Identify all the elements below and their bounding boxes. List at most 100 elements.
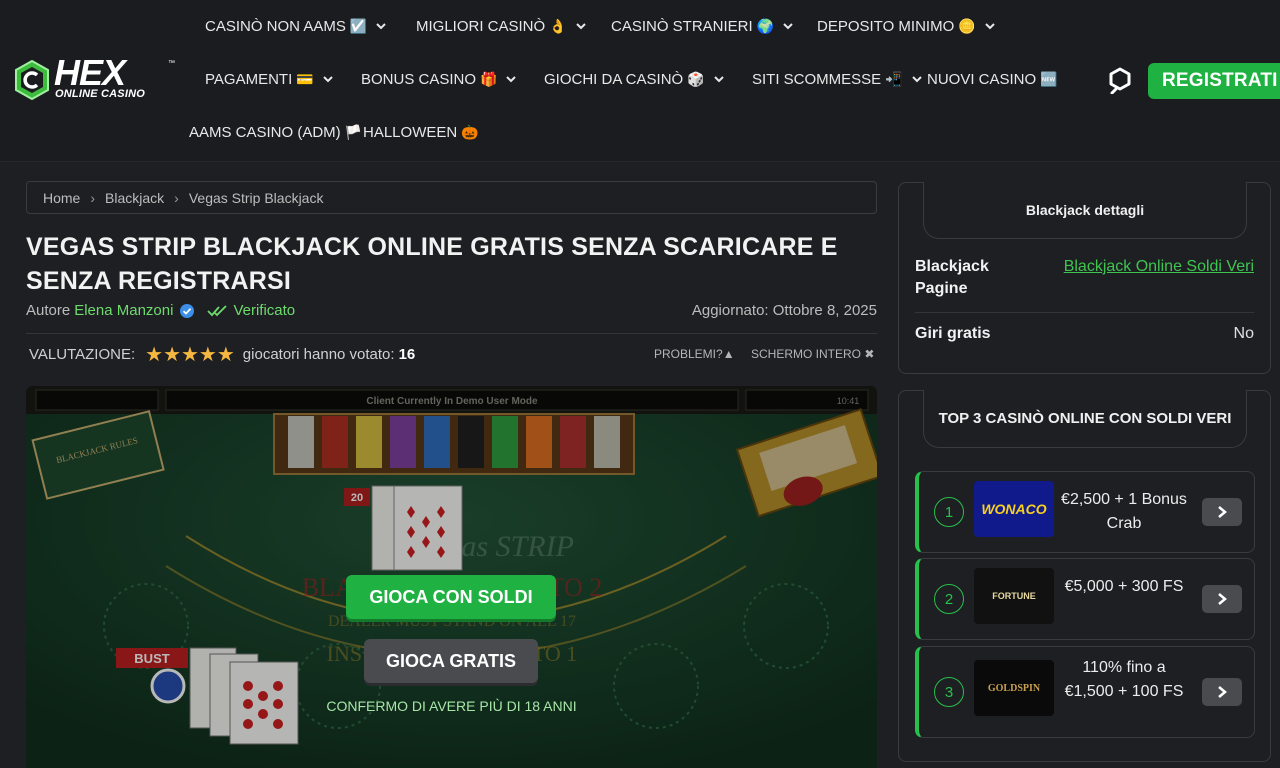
nav-nuovi-casino[interactable]: NUOVI CASINO 🆕: [927, 69, 1058, 89]
top3-casinos-card: TOP 3 CASINÒ ONLINE CON SOLDI VERI 1 WON…: [898, 390, 1271, 762]
nav-label: GIOCHI DA CASINÒ: [544, 70, 684, 88]
dice-emoji-icon: 🎲: [687, 70, 705, 87]
breadcrumb: Home › Blackjack › Vegas Strip Blackjack: [26, 181, 877, 214]
gift-emoji-icon: 🎁: [480, 70, 498, 87]
go-to-casino-button[interactable]: [1202, 585, 1242, 613]
nav-deposito-minimo[interactable]: DEPOSITO MINIMO 🪙: [817, 16, 996, 36]
fullscreen-icon: ✖: [864, 347, 875, 361]
chevron-right-icon: [1218, 686, 1227, 698]
double-check-icon: [207, 304, 228, 316]
nav-label: CASINÒ NON AAMS: [205, 17, 346, 35]
site-header: HEX ™ ONLINE CASINO CASINÒ NON AAMS ☑️ M…: [0, 0, 1280, 162]
rating-row: VALUTAZIONE: ★★★★★ giocatori hanno votat…: [29, 342, 416, 367]
age-confirmation-text: CONFERMO DI AVERE PIÙ DI 18 ANNI: [326, 698, 577, 714]
fortune-logo[interactable]: FORTUNE: [974, 568, 1054, 624]
nav-label: NUOVI CASINO: [927, 70, 1037, 88]
report-problem-link[interactable]: PROBLEMI?▲: [654, 347, 735, 361]
star-rating[interactable]: ★★★★★: [145, 342, 235, 367]
chevron-right-icon: [1218, 593, 1227, 605]
rank-badge: 2: [934, 584, 964, 614]
nav-label: MIGLIORI CASINÒ: [416, 17, 546, 35]
ok-hand-emoji-icon: 👌: [549, 17, 567, 34]
bonus-text: 110% fino a €1,500 + 100 FS: [1064, 659, 1184, 700]
verified-label: Verificato: [233, 302, 296, 319]
divider: [915, 312, 1254, 313]
chevron-down-icon: [713, 76, 724, 83]
coin-emoji-icon: 🪙: [958, 17, 976, 34]
author-prefix: Autore: [26, 302, 71, 319]
nav-aams-casino[interactable]: AAMS CASINO (ADM) 🏳️: [189, 122, 362, 142]
chevron-right-icon: [1218, 506, 1227, 518]
go-to-casino-button[interactable]: [1202, 498, 1242, 526]
breadcrumb-current: Vegas Strip Blackjack: [188, 189, 324, 206]
register-button[interactable]: REGISTRATI: [1148, 63, 1280, 99]
breadcrumb-home[interactable]: Home: [43, 190, 80, 206]
chevron-down-icon: [783, 23, 793, 30]
chevron-down-icon: [911, 76, 922, 83]
nav-label: BONUS CASINO: [361, 70, 477, 88]
play-free-button[interactable]: GIOCA GRATIS: [364, 639, 538, 683]
globe-emoji-icon: 🌍: [756, 17, 775, 34]
breadcrumb-separator-icon: ›: [174, 189, 179, 206]
casino-list-item[interactable]: 1 WONACO €2,500 + 1 Bonus Crab: [915, 471, 1255, 553]
detail-row-pages: Blackjack Pagine Blackjack Online Soldi …: [915, 256, 1254, 300]
nav-casino-non-aams[interactable]: CASINÒ NON AAMS ☑️: [205, 16, 387, 36]
nav-label: PAGAMENTI: [205, 70, 293, 88]
warning-icon: ▲: [722, 347, 735, 361]
detail-label: Blackjack Pagine: [915, 258, 989, 297]
votes-count: 16: [398, 345, 416, 363]
problems-label: PROBLEMI?: [654, 347, 723, 361]
nav-label: DEPOSITO MINIMO: [817, 17, 955, 35]
chevron-down-icon: [322, 76, 333, 83]
logo-trademark: ™: [168, 60, 175, 67]
casino-list-item[interactable]: 3 GOLDSPIN 110% fino a €1,500 + 100 FS: [915, 646, 1255, 738]
nav-label: HALLOWEEN: [363, 123, 458, 141]
nav-halloween[interactable]: HALLOWEEN 🎃: [363, 122, 479, 142]
chevron-down-icon: [575, 23, 586, 30]
rank-badge: 1: [934, 497, 964, 527]
detail-label: Giri gratis: [915, 325, 991, 342]
author-row: Autore Elena Manzoni Verificato: [26, 302, 295, 319]
detail-value: No: [1233, 325, 1254, 342]
nav-bonus-casino[interactable]: BONUS CASINO 🎁: [361, 69, 517, 89]
verified-badge-icon: [180, 303, 195, 318]
divider: [26, 333, 877, 334]
rank-badge: 3: [934, 677, 964, 707]
rating-label: VALUTAZIONE:: [29, 345, 136, 363]
top3-card-title: TOP 3 CASINÒ ONLINE CON SOLDI VERI: [923, 390, 1247, 448]
credit-card-emoji-icon: 💳: [296, 70, 314, 87]
chevron-down-icon: [984, 23, 995, 30]
play-real-money-button[interactable]: GIOCA CON SOLDI: [346, 575, 556, 619]
game-frame[interactable]: Client Currently In Demo User Mode 10:41…: [26, 386, 877, 768]
blackjack-details-card: Blackjack dettagli Blackjack Pagine Blac…: [898, 182, 1271, 374]
site-logo[interactable]: HEX ™ ONLINE CASINO: [14, 52, 175, 102]
new-badge-emoji-icon: 🆕: [1040, 70, 1058, 87]
votes-label: giocatori hanno votato:: [242, 345, 395, 363]
casino-list-item[interactable]: 2 FORTUNE €5,000 + 300 FS: [915, 558, 1255, 640]
nav-pagamenti[interactable]: PAGAMENTI 💳: [205, 69, 334, 89]
blackjack-soldi-veri-link[interactable]: Blackjack Online Soldi Veri: [1054, 256, 1254, 300]
logo-subtitle: ONLINE CASINO: [55, 88, 145, 100]
fullscreen-label: SCHERMO INTERO: [751, 347, 862, 361]
pumpkin-emoji-icon: 🎃: [461, 123, 479, 140]
bonus-text: €2,500 + 1 Bonus Crab: [1061, 491, 1187, 532]
goldspin-logo[interactable]: GOLDSPIN: [974, 660, 1054, 716]
chevron-down-icon: [376, 23, 387, 30]
nav-casino-stranieri[interactable]: CASINÒ STRANIERI 🌍: [611, 16, 794, 36]
bonus-text: €5,000 + 300 FS: [1064, 578, 1184, 595]
nav-siti-scommesse[interactable]: SITI SCOMMESSE 📲: [752, 69, 923, 89]
details-card-title: Blackjack dettagli: [923, 182, 1247, 239]
mobile-emoji-icon: 📲: [885, 70, 903, 87]
nav-giochi-da-casino[interactable]: GIOCHI DA CASINÒ 🎲: [544, 69, 725, 89]
wonaco-logo[interactable]: WONACO: [974, 481, 1054, 537]
author-link[interactable]: Elena Manzoni: [74, 302, 173, 319]
search-icon[interactable]: [1106, 66, 1134, 94]
go-to-casino-button[interactable]: [1202, 678, 1242, 706]
nav-label: CASINÒ STRANIERI: [611, 17, 753, 35]
fullscreen-link[interactable]: SCHERMO INTERO ✖: [751, 347, 874, 361]
nav-label: AAMS CASINO (ADM): [189, 123, 341, 141]
breadcrumb-blackjack[interactable]: Blackjack: [105, 190, 164, 206]
page-title: VEGAS STRIP BLACKJACK ONLINE GRATIS SENZ…: [26, 233, 838, 295]
nav-migliori-casino[interactable]: MIGLIORI CASINÒ 👌: [416, 16, 587, 36]
detail-row-free-spins: Giri gratis No: [915, 323, 1254, 345]
